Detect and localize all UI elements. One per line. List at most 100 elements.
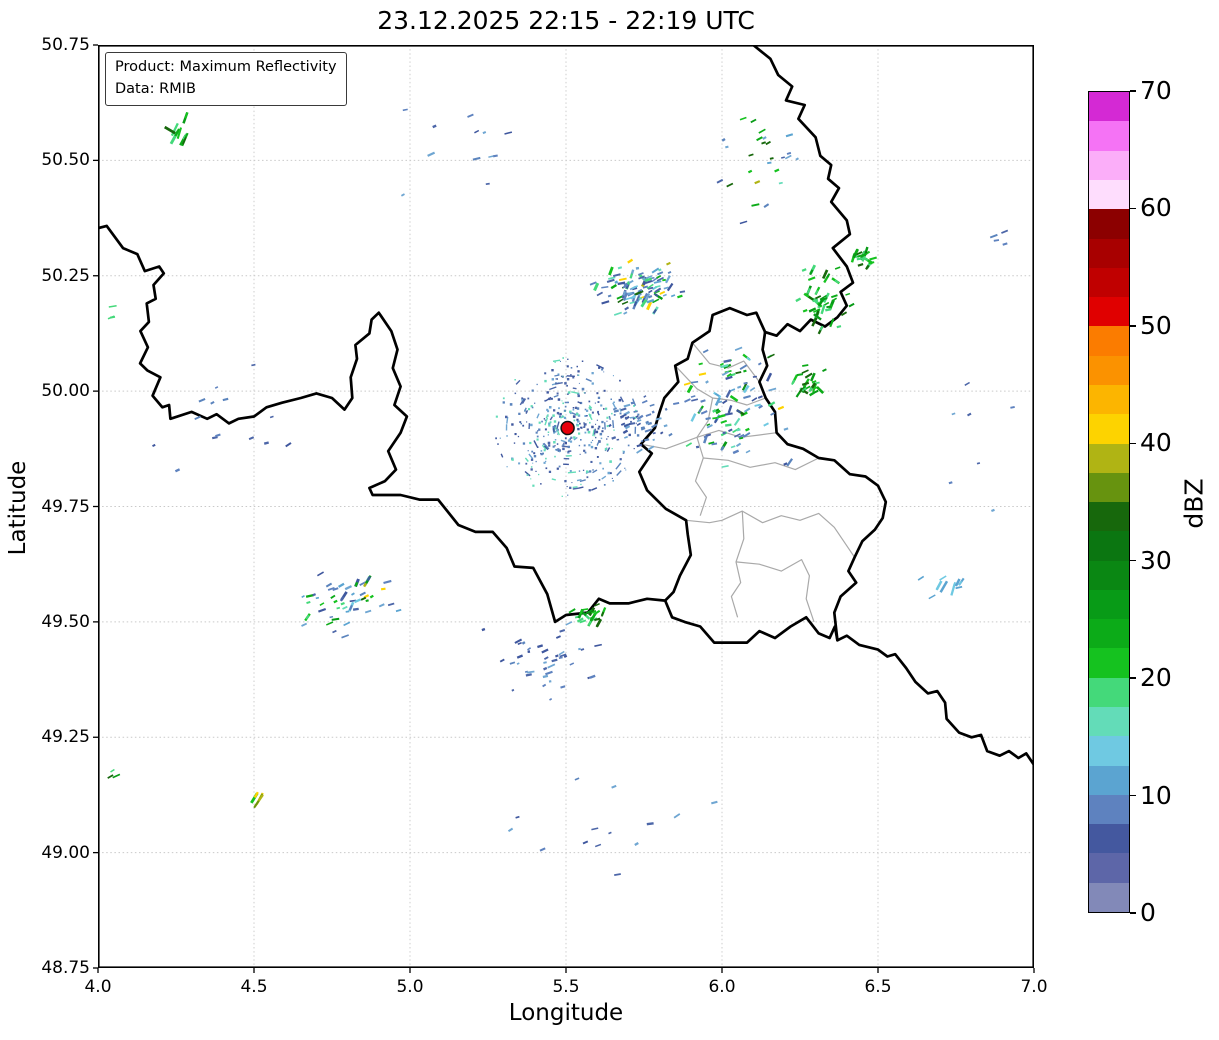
radar-echo <box>587 676 591 680</box>
clutter-dot <box>540 450 543 452</box>
radar-echo <box>811 380 817 384</box>
radar-echo <box>488 155 494 158</box>
radar-echo <box>663 424 668 428</box>
clutter-dot <box>577 427 580 431</box>
radar-echo <box>608 831 612 835</box>
clutter-dot <box>619 458 622 461</box>
radar-echo <box>751 203 760 207</box>
clutter-dot <box>497 443 499 445</box>
clutter-dot <box>552 428 555 433</box>
radar-echo <box>754 403 761 407</box>
y-tick-label: 50.75 <box>41 35 90 55</box>
clutter-dot <box>576 423 578 426</box>
clutter-dot <box>565 376 567 378</box>
clutter-dot <box>599 462 602 465</box>
clutter-dot <box>554 455 556 458</box>
radar-echo <box>655 417 662 421</box>
clutter-dot <box>544 379 547 383</box>
radar-echo <box>955 585 963 590</box>
radar-echo <box>733 417 741 426</box>
radar-echo <box>690 395 696 398</box>
colorbar-segment <box>1089 209 1129 239</box>
clutter-dot <box>606 425 609 428</box>
clutter-dot <box>564 437 567 440</box>
clutter-dot <box>536 438 539 441</box>
radar-echo <box>834 266 841 270</box>
colorbar-segment <box>1089 765 1129 795</box>
radar-echo <box>621 301 629 305</box>
clutter-dot <box>538 473 540 476</box>
clutter-dot <box>607 436 609 438</box>
radar-echo <box>748 153 754 157</box>
clutter-dot <box>572 409 575 411</box>
radar-echo <box>610 283 618 290</box>
clutter-dot <box>525 462 528 465</box>
radar-echo <box>724 412 733 416</box>
radar-echo <box>856 257 865 261</box>
clutter-dot <box>604 447 608 451</box>
radar-echo <box>222 397 229 402</box>
radar-echo <box>786 151 792 155</box>
clutter-dot <box>551 369 554 372</box>
radar-echo <box>589 281 597 286</box>
radar-echo <box>198 397 206 403</box>
radar-echo <box>691 398 699 402</box>
radar-echo <box>623 403 631 408</box>
radar-echo <box>537 644 544 649</box>
clutter-dot <box>544 417 549 426</box>
clutter-dot <box>566 365 569 368</box>
radar-echo <box>214 386 219 389</box>
clutter-dot <box>505 415 508 419</box>
clutter-dot <box>627 444 630 447</box>
clutter-dot <box>549 386 557 391</box>
clutter-dot <box>535 460 537 463</box>
radar-echo <box>652 438 656 441</box>
radar-echo <box>558 650 565 656</box>
radar-echo <box>251 363 256 367</box>
clutter-dot <box>556 411 560 415</box>
clutter-dot <box>569 470 572 472</box>
clutter-dot <box>541 420 543 423</box>
clutter-dot <box>602 467 604 470</box>
radar-echo <box>380 587 386 591</box>
radar-echo <box>705 417 711 421</box>
radar-echo <box>285 442 292 448</box>
radar-echo <box>543 656 549 661</box>
radar-echo <box>857 263 864 267</box>
regional-border <box>735 559 815 623</box>
radar-echo <box>558 656 563 660</box>
radar-echo <box>801 369 809 374</box>
clutter-dot <box>562 402 564 405</box>
radar-echo <box>727 405 733 414</box>
clutter-dot <box>569 486 572 489</box>
radar-echo <box>711 442 718 446</box>
clutter-dot <box>596 419 598 421</box>
clutter-dot <box>543 449 546 452</box>
radar-echo <box>594 643 602 647</box>
radar-echo <box>752 375 758 378</box>
radar-echo <box>746 356 751 361</box>
clutter-dot <box>619 412 622 415</box>
radar-echo <box>763 422 769 427</box>
radar-echo <box>717 400 723 404</box>
radar-echo <box>330 594 336 599</box>
colorbar-segment <box>1089 443 1129 473</box>
national-border <box>98 224 1034 767</box>
clutter-dot <box>612 480 614 482</box>
radar-echo <box>819 325 824 331</box>
clutter-dot <box>519 421 522 423</box>
radar-echo <box>791 379 796 386</box>
radar-echo <box>395 608 402 613</box>
radar-echo <box>830 318 835 324</box>
clutter-dot <box>635 409 637 412</box>
radar-echo <box>725 145 729 149</box>
colorbar-segment <box>1089 414 1129 444</box>
clutter-dot <box>518 412 521 415</box>
radar-echo <box>301 595 305 598</box>
clutter-dot <box>607 471 610 475</box>
radar-echo <box>569 662 575 666</box>
radar-echo <box>761 141 767 145</box>
radar-echo <box>301 622 308 627</box>
radar-echo <box>654 285 661 288</box>
colorbar-segment <box>1089 238 1129 268</box>
